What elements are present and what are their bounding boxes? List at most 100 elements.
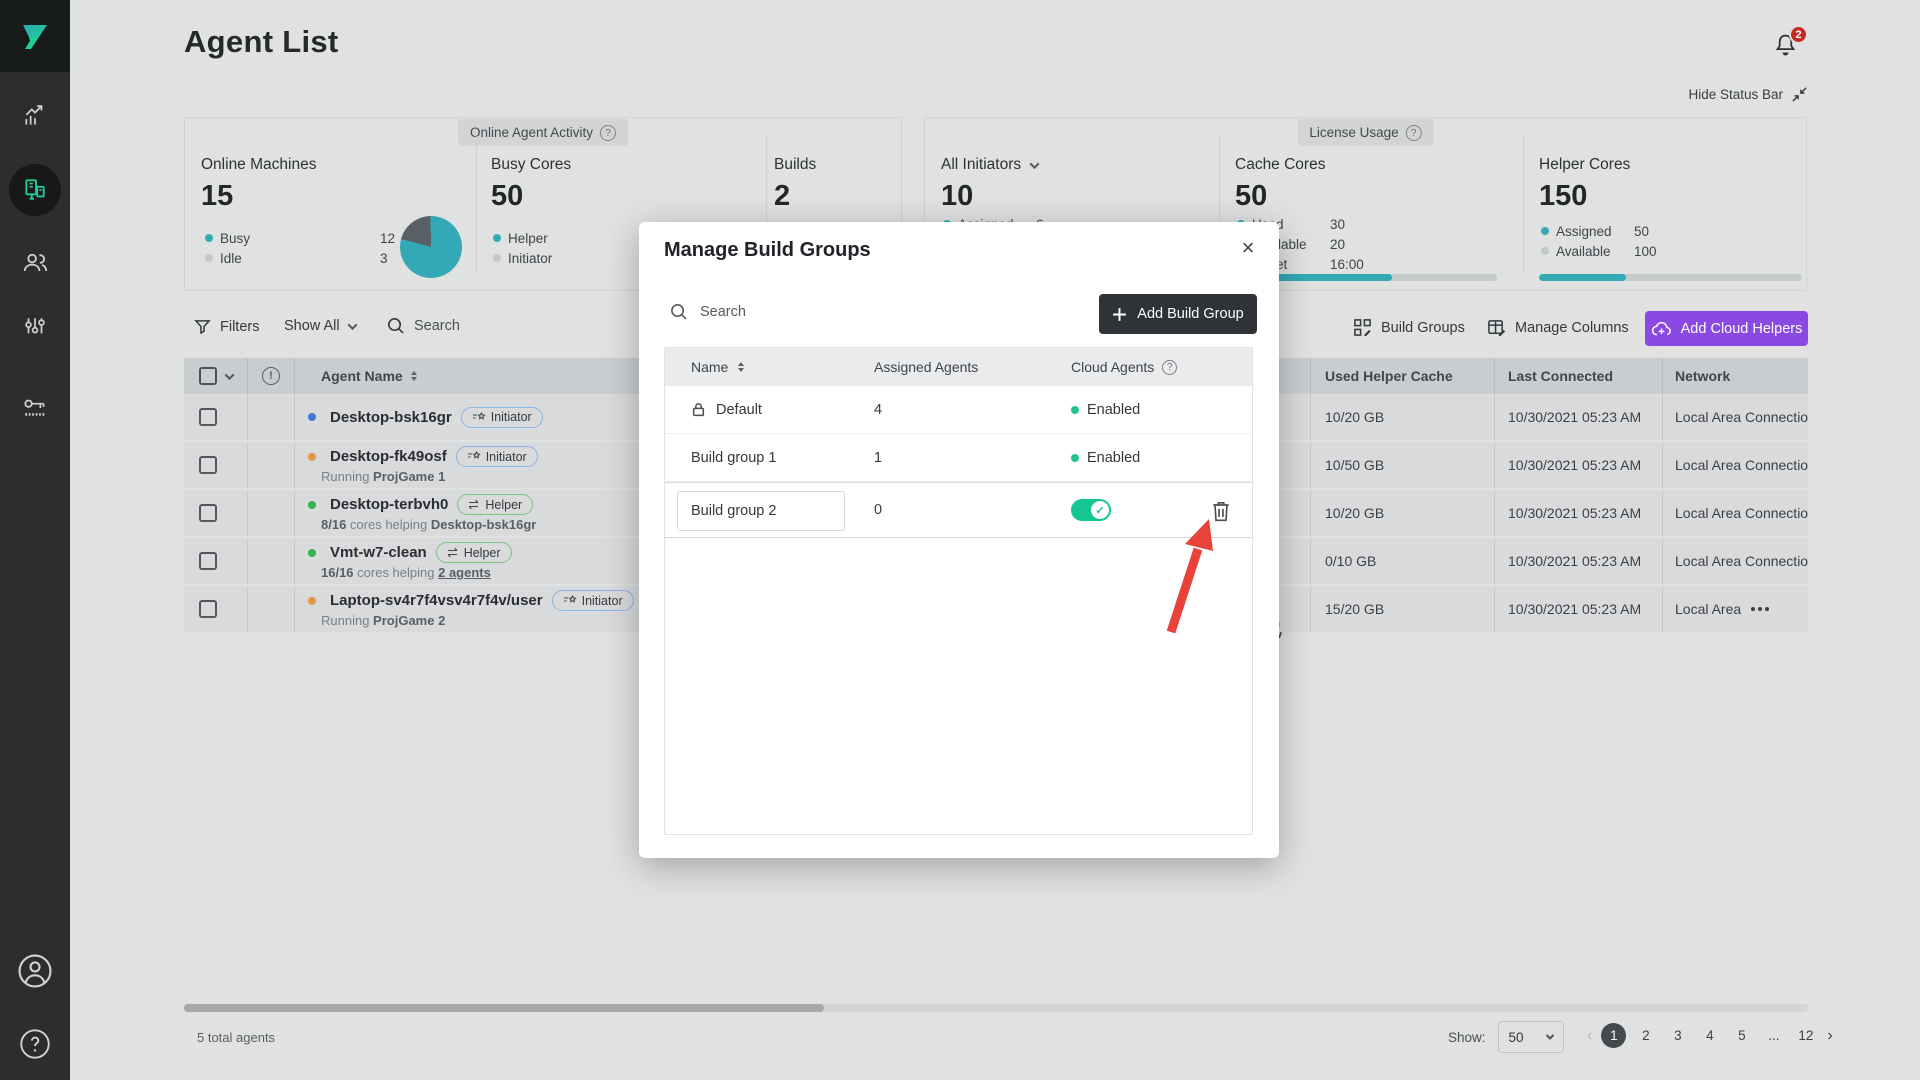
build-group-row[interactable]: Build group 1 1 Enabled: [665, 434, 1252, 482]
row-checkbox[interactable]: [199, 408, 217, 426]
page-ellipsis: ...: [1761, 1023, 1786, 1048]
helper-cores-metric: Helper Cores 150: [1539, 156, 1630, 213]
row-actions-menu-button[interactable]: [1751, 607, 1769, 611]
build-group-row-editing[interactable]: 0: [665, 482, 1252, 538]
initiator-badge-icon: [472, 412, 486, 423]
alert-column-icon: [262, 367, 280, 385]
status-dot-ready: [308, 549, 316, 557]
sidebar-item-users[interactable]: [13, 240, 57, 284]
status-dot-ready: [308, 501, 316, 509]
hide-status-bar-button[interactable]: Hide Status Bar: [1620, 86, 1808, 103]
add-build-group-button[interactable]: Add Build Group: [1099, 294, 1257, 334]
build-group-row[interactable]: Default 4 Enabled: [665, 386, 1252, 434]
helper-badge: Helper: [436, 542, 512, 563]
chevron-down-icon: [347, 320, 357, 330]
help-question-icon[interactable]: [600, 125, 616, 141]
horizontal-scrollbar[interactable]: [184, 1004, 1808, 1012]
row-checkbox[interactable]: [199, 456, 217, 474]
page-button[interactable]: 4: [1697, 1023, 1722, 1048]
manage-columns-button[interactable]: Manage Columns: [1487, 318, 1629, 337]
trash-icon: [1210, 499, 1232, 523]
total-agents-label: 5 total agents: [197, 1030, 275, 1045]
sidebar-item-help[interactable]: [0, 1028, 70, 1060]
delete-build-group-button[interactable]: [1210, 499, 1232, 523]
lock-icon: [691, 402, 706, 417]
online-machines-metric: Online Machines 15: [201, 156, 316, 213]
network-header[interactable]: Network: [1662, 358, 1808, 394]
online-machines-pie-chart: [400, 216, 462, 278]
filter-funnel-icon: [194, 318, 211, 335]
helper-badge-icon: [468, 499, 480, 510]
helper-cores-progress-bar: [1539, 274, 1802, 281]
help-question-icon[interactable]: [1162, 360, 1177, 375]
row-checkbox[interactable]: [199, 504, 217, 522]
page-button[interactable]: 2: [1633, 1023, 1658, 1048]
initiator-badge: Initiator: [456, 446, 538, 467]
help-question-icon[interactable]: [1406, 125, 1422, 141]
license-usage-badge: License Usage: [1297, 119, 1433, 146]
last-connected-header[interactable]: Last Connected: [1494, 358, 1662, 394]
users-icon: [22, 249, 49, 276]
cloud-agents-toggle[interactable]: [1071, 499, 1111, 521]
name-header[interactable]: Name: [691, 359, 744, 375]
sidebar-item-dashboard[interactable]: [13, 95, 57, 139]
search-icon: [669, 302, 688, 321]
select-all-checkbox[interactable]: [199, 367, 217, 385]
build-groups-table-header: Name Assigned Agents Cloud Agents: [665, 348, 1252, 386]
agents-link[interactable]: 2 agents: [438, 565, 491, 580]
filters-button[interactable]: Filters: [194, 318, 259, 335]
page-button[interactable]: 5: [1729, 1023, 1754, 1048]
enabled-dot: [1071, 406, 1079, 414]
page-button[interactable]: 1: [1601, 1023, 1626, 1048]
build-group-name-input[interactable]: [677, 491, 845, 531]
sidebar-item-profile[interactable]: [0, 953, 70, 989]
per-page-select[interactable]: 50: [1498, 1021, 1564, 1053]
modal-title: Manage Build Groups: [664, 239, 871, 262]
helper-badge: Helper: [457, 494, 533, 515]
cache-cores-metric: Cache Cores 50: [1235, 156, 1325, 213]
pagination: ‹ 1 2 3 4 5 ... 12 ›: [1585, 1023, 1835, 1048]
close-icon[interactable]: [1234, 234, 1262, 262]
build-groups-table: Name Assigned Agents Cloud Agents Defaul…: [664, 347, 1253, 835]
notifications-button[interactable]: 2: [1772, 31, 1812, 67]
cloud-plus-icon: [1651, 320, 1672, 337]
table-search[interactable]: [386, 316, 524, 335]
modal-search-input[interactable]: [700, 304, 920, 320]
builds-metric: Builds 2: [774, 156, 816, 213]
assigned-agents-header: Assigned Agents: [874, 359, 978, 375]
idle-dot: [205, 254, 213, 262]
initiator-badge-icon: [563, 595, 577, 606]
row-checkbox[interactable]: [199, 552, 217, 570]
sidebar-item-agents[interactable]: [9, 164, 61, 216]
prev-page-button[interactable]: ‹: [1585, 1027, 1594, 1045]
show-all-dropdown[interactable]: Show All: [284, 318, 356, 334]
modal-search[interactable]: [669, 302, 920, 321]
next-page-button[interactable]: ›: [1825, 1027, 1834, 1045]
initiator-badge-icon: [467, 451, 481, 462]
page-button[interactable]: 12: [1793, 1023, 1818, 1048]
select-menu-chevron-icon[interactable]: [225, 370, 235, 380]
page-button[interactable]: 3: [1665, 1023, 1690, 1048]
scrollbar-thumb[interactable]: [184, 1004, 824, 1012]
initiator-badge: Initiator: [461, 407, 543, 428]
sidebar-item-licenses[interactable]: [13, 386, 57, 430]
used-helper-cache-header[interactable]: Used Helper Cache: [1310, 358, 1494, 394]
all-initiators-metric: All Initiators 10: [941, 156, 1038, 213]
build-groups-button[interactable]: Build Groups: [1353, 318, 1465, 337]
sort-icon[interactable]: [411, 371, 417, 381]
app-logo[interactable]: [0, 0, 70, 72]
search-input[interactable]: [414, 318, 524, 334]
sort-icon[interactable]: [738, 362, 744, 372]
plus-icon: [1112, 307, 1127, 322]
show-label: Show:: [1448, 1030, 1486, 1045]
sidebar-item-settings[interactable]: [13, 306, 57, 350]
all-initiators-dropdown[interactable]: All Initiators: [941, 156, 1038, 174]
row-checkbox[interactable]: [199, 600, 217, 618]
initiator-badge: Initiator: [552, 590, 634, 611]
add-cloud-helpers-button[interactable]: Add Cloud Helpers: [1645, 311, 1808, 346]
helper-cores-legend: Assigned50 Available100: [1541, 221, 1657, 261]
logo-icon: [16, 17, 54, 55]
chevron-down-icon: [1545, 1031, 1553, 1039]
agents-machines-icon: [22, 177, 48, 203]
notification-badge: 2: [1789, 25, 1808, 44]
